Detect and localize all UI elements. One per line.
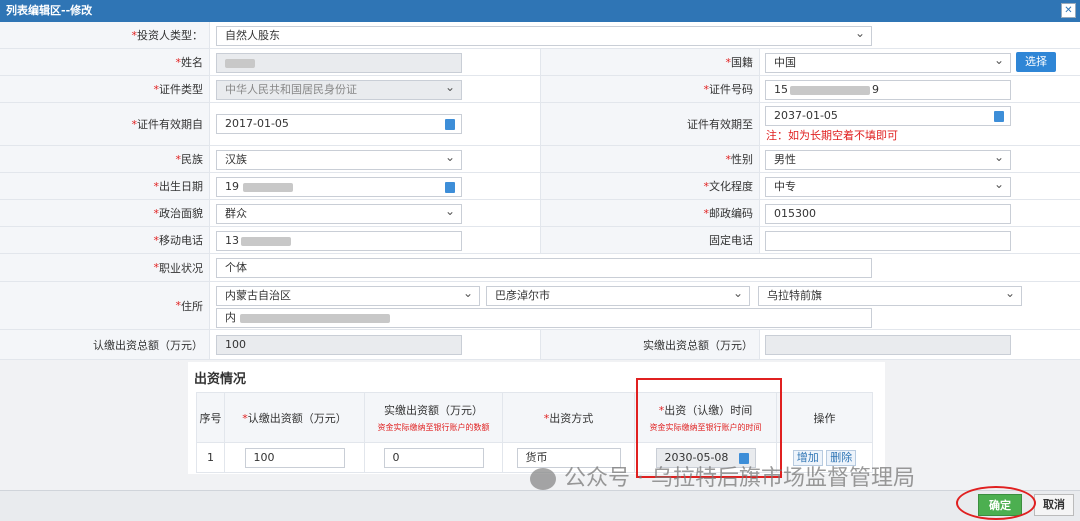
valid-to-note: 注：如为长期空着不填即可: [766, 129, 898, 142]
valid-from-label: * 证件有效期自: [0, 103, 210, 145]
row-seq: 1: [196, 442, 225, 473]
calendar-icon[interactable]: [445, 119, 455, 130]
confirm-highlight-annotation: [956, 486, 1036, 520]
col-paid: 实缴出资额（万元） 资金实际缴纳至银行账户的数额: [364, 392, 503, 443]
address-detail-input[interactable]: 内: [216, 308, 872, 328]
paid-total-input[interactable]: [765, 335, 1011, 355]
dialog-footer: [0, 490, 1080, 521]
county-select[interactable]: 乌拉特前旗: [758, 286, 1022, 306]
occupation-input[interactable]: 个体: [216, 258, 872, 278]
education-select[interactable]: 中专: [765, 177, 1011, 197]
row-political: *政治面貌 群众 *邮政编码 015300: [0, 200, 1080, 227]
postcode-label: * 邮政编码: [540, 200, 760, 226]
valid-to-label: 证件有效期至: [540, 103, 760, 145]
occupation-label: * 职业状况: [0, 254, 210, 281]
investor-type-select[interactable]: 自然人股东: [216, 26, 872, 46]
name-input[interactable]: [216, 53, 462, 73]
landline-label: 固定电话: [540, 227, 760, 253]
row-id: *证件类型 中华人民共和国居民身份证 *证件号码 159: [0, 76, 1080, 103]
political-status-select[interactable]: 群众: [216, 204, 462, 224]
row-paid-input[interactable]: 0: [383, 447, 484, 468]
col-ops: 操作: [776, 392, 873, 443]
row-birth: * 出生日期 19 * 文化程度 中专: [0, 173, 1080, 200]
id-number-label: * 证件号码: [540, 76, 760, 102]
choose-button[interactable]: 选择: [1016, 52, 1056, 72]
city-select[interactable]: 巴彦淖尔市: [486, 286, 750, 306]
name-label: * 姓名: [0, 49, 210, 75]
ethnicity-select[interactable]: 汉族: [216, 150, 462, 170]
gender-select[interactable]: 男性: [765, 150, 1011, 170]
subscribed-total-input[interactable]: 100: [216, 335, 462, 355]
birth-date-label: * 出生日期: [0, 173, 210, 199]
postcode-input[interactable]: 015300: [765, 204, 1011, 224]
id-type-label: * 证件类型: [0, 76, 210, 102]
row-subscribed-input[interactable]: 100: [244, 447, 345, 468]
window-titlebar: 列表编辑区--修改 ✕: [0, 0, 1080, 22]
col-seq: 序号: [196, 392, 225, 443]
investor-type-label: * 投资人类型：: [0, 22, 210, 48]
mobile-input[interactable]: 13: [216, 231, 462, 251]
education-label: * 文化程度: [540, 173, 760, 199]
mobile-label: * 移动电话: [0, 227, 210, 253]
calendar-icon[interactable]: [994, 111, 1004, 122]
investment-title: 出资情况: [194, 372, 247, 387]
wechat-icon: [530, 468, 556, 490]
calendar-icon[interactable]: [445, 182, 455, 193]
ethnicity-label: * 民族: [0, 146, 210, 172]
row-ethnicity: *民族 汉族 *性别 男性: [0, 146, 1080, 173]
col-method: *出资方式: [502, 392, 635, 443]
political-status-label: * 政治面貌: [0, 200, 210, 226]
window-title: 列表编辑区--修改: [6, 4, 93, 17]
row-residence: *住所 内蒙古自治区 巴彦淖尔市 乌拉特前旗 内: [0, 282, 1080, 330]
row-investor-type: * 投资人类型： 自然人股东: [0, 22, 1080, 49]
paid-total-label: 实缴出资总额（万元）: [540, 330, 760, 359]
col-subscribed: *认缴出资额（万元）: [224, 392, 365, 443]
id-type-select[interactable]: 中华人民共和国居民身份证: [216, 80, 462, 100]
birth-date-input[interactable]: 19: [216, 177, 462, 197]
nationality-label: * 国籍: [540, 49, 760, 75]
nationality-select[interactable]: 中国: [765, 53, 1011, 73]
row-name: *姓名 *国籍 中国 选择: [0, 49, 1080, 76]
row-amounts: 认缴出资总额（万元） 100 实缴出资总额（万元）: [0, 330, 1080, 360]
row-validity: * 证件有效期自 2017-01-05 证件有效期至 2037-01-05 注：如…: [0, 103, 1080, 146]
landline-input[interactable]: [765, 231, 1011, 251]
row-phone: * 移动电话 13 固定电话: [0, 227, 1080, 254]
row-occupation: * 职业状况 个体: [0, 254, 1080, 282]
cancel-button[interactable]: 取消: [1034, 494, 1074, 516]
edit-form: *投资人类型： 自然人股东 *姓名 *国籍 中国 选择 *证件类型 中华人民共和…: [0, 22, 1080, 360]
province-select[interactable]: 内蒙古自治区: [216, 286, 480, 306]
gender-label: * 性别: [540, 146, 760, 172]
subscribed-total-label: 认缴出资总额（万元）: [0, 330, 210, 359]
residence-label: * 住所: [0, 282, 210, 329]
close-icon[interactable]: ✕: [1061, 3, 1076, 18]
id-number-input[interactable]: 15 9: [765, 80, 1011, 100]
valid-to-input[interactable]: 2037-01-05: [765, 106, 1011, 126]
watermark: 公众号 · 乌拉特后旗市场监督管理局: [530, 460, 915, 492]
valid-from-input[interactable]: 2017-01-05: [216, 114, 462, 134]
